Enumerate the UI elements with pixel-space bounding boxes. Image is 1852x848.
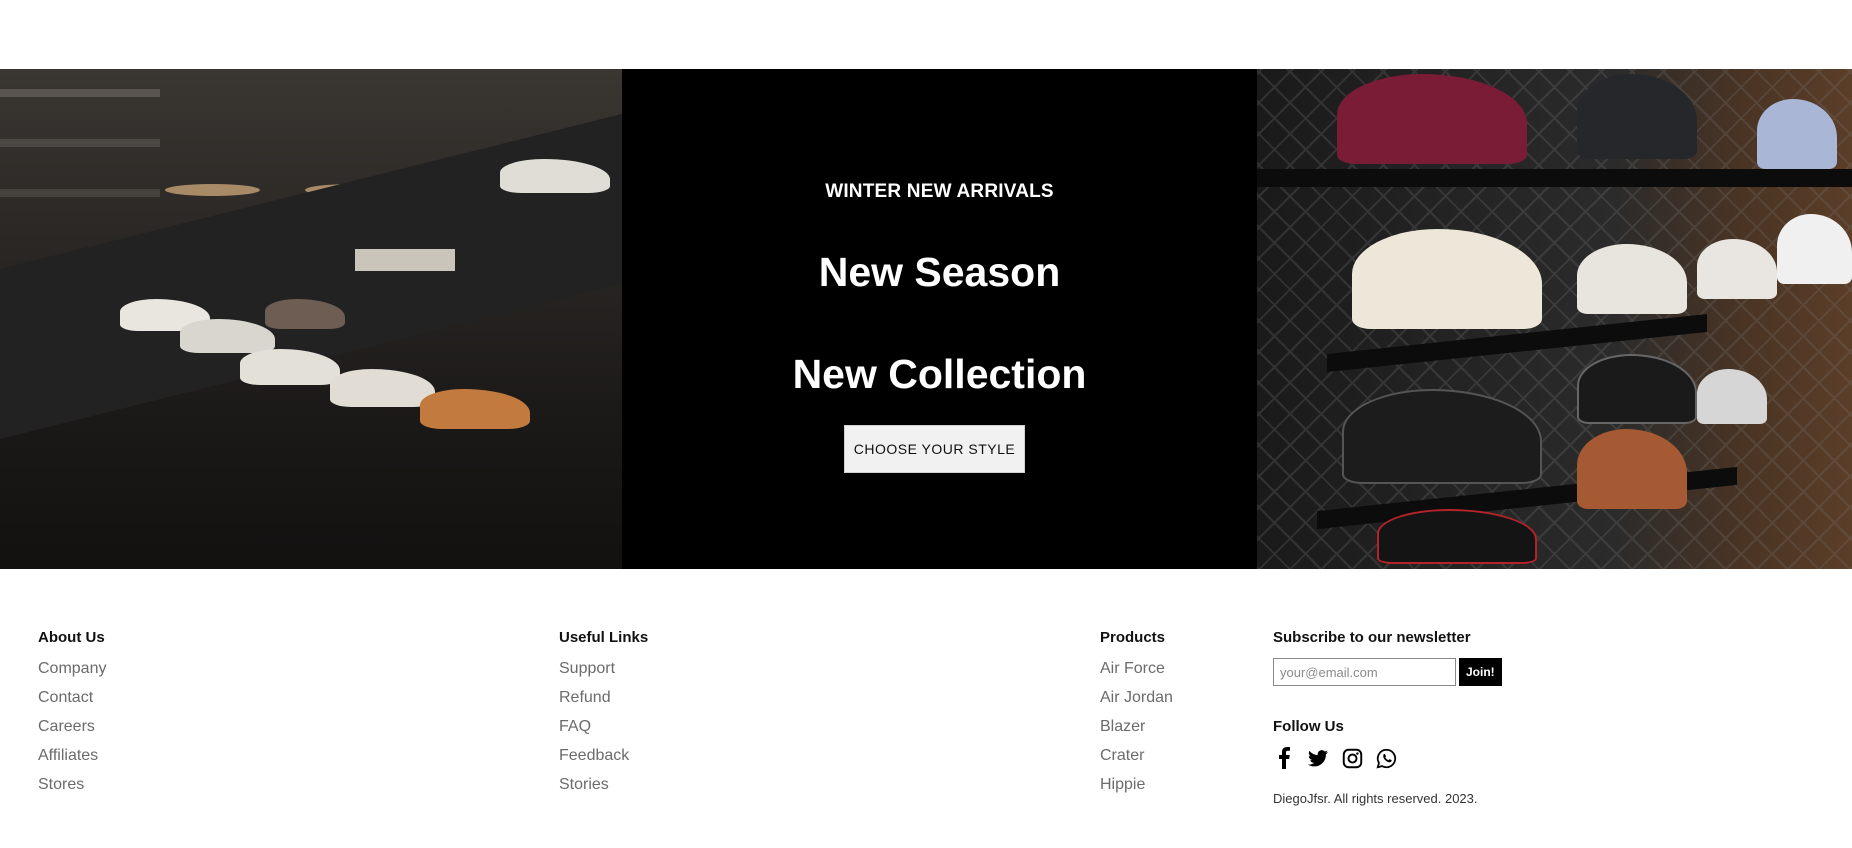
footer-links-title: Useful Links bbox=[559, 629, 649, 646]
footer-products-title: Products bbox=[1100, 629, 1166, 646]
footer-link-refund[interactable]: Refund bbox=[559, 689, 648, 718]
newsletter-email-input[interactable] bbox=[1273, 658, 1456, 686]
footer-link-stores[interactable]: Stores bbox=[38, 776, 106, 805]
copyright-text: DiegoJfsr. All rights reserved. 2023. bbox=[1273, 791, 1478, 806]
instagram-icon[interactable] bbox=[1341, 747, 1363, 769]
sneaker-store-image-left bbox=[0, 69, 622, 569]
footer-link-blazer[interactable]: Blazer bbox=[1100, 718, 1173, 747]
footer-about-title: About Us bbox=[38, 629, 105, 646]
footer-link-affiliates[interactable]: Affiliates bbox=[38, 747, 106, 776]
footer-link-air-force[interactable]: Air Force bbox=[1100, 660, 1173, 689]
footer-link-stories[interactable]: Stories bbox=[559, 776, 648, 805]
footer-about-list: Company Contact Careers Affiliates Store… bbox=[38, 660, 106, 805]
footer-about: About Us Company Contact Careers Affilia… bbox=[38, 629, 106, 805]
sneaker-wall-image-right bbox=[1257, 69, 1852, 569]
footer-link-crater[interactable]: Crater bbox=[1100, 747, 1173, 776]
newsletter-join-button[interactable]: Join! bbox=[1459, 658, 1502, 686]
follow-us-title: Follow Us bbox=[1273, 718, 1344, 735]
whatsapp-icon[interactable] bbox=[1375, 747, 1397, 769]
twitter-icon[interactable] bbox=[1307, 747, 1329, 769]
newsletter-form: Join! bbox=[1273, 658, 1502, 686]
choose-style-button[interactable]: CHOOSE YOUR STYLE bbox=[844, 425, 1025, 473]
footer-link-contact[interactable]: Contact bbox=[38, 689, 106, 718]
footer-link-feedback[interactable]: Feedback bbox=[559, 747, 648, 776]
facebook-icon[interactable] bbox=[1273, 747, 1295, 769]
footer-link-faq[interactable]: FAQ bbox=[559, 718, 648, 747]
newsletter-title: Subscribe to our newsletter bbox=[1273, 629, 1471, 646]
footer-link-support[interactable]: Support bbox=[559, 660, 648, 689]
hero-title-line-2: New Collection bbox=[792, 351, 1087, 397]
hero-kicker: WINTER NEW ARRIVALS bbox=[825, 181, 1054, 202]
hero-section: WINTER NEW ARRIVALS New Season New Colle… bbox=[0, 69, 1852, 569]
footer-link-careers[interactable]: Careers bbox=[38, 718, 106, 747]
footer-useful-links: Useful Links Support Refund FAQ Feedback… bbox=[559, 629, 648, 805]
hero-text-panel: WINTER NEW ARRIVALS New Season New Colle… bbox=[622, 69, 1257, 569]
footer-link-air-jordan[interactable]: Air Jordan bbox=[1100, 689, 1173, 718]
social-links bbox=[1273, 747, 1502, 769]
footer-products-list: Air Force Air Jordan Blazer Crater Hippi… bbox=[1100, 660, 1173, 805]
footer-products: Products Air Force Air Jordan Blazer Cra… bbox=[1100, 629, 1173, 805]
footer-links-list: Support Refund FAQ Feedback Stories bbox=[559, 660, 648, 805]
hero-title-line-1: New Season bbox=[818, 249, 1061, 295]
footer-newsletter: Subscribe to our newsletter Join! Follow… bbox=[1273, 629, 1502, 806]
footer-link-company[interactable]: Company bbox=[38, 660, 106, 689]
footer-link-hippie[interactable]: Hippie bbox=[1100, 776, 1173, 805]
site-footer: About Us Company Contact Careers Affilia… bbox=[0, 569, 1852, 848]
